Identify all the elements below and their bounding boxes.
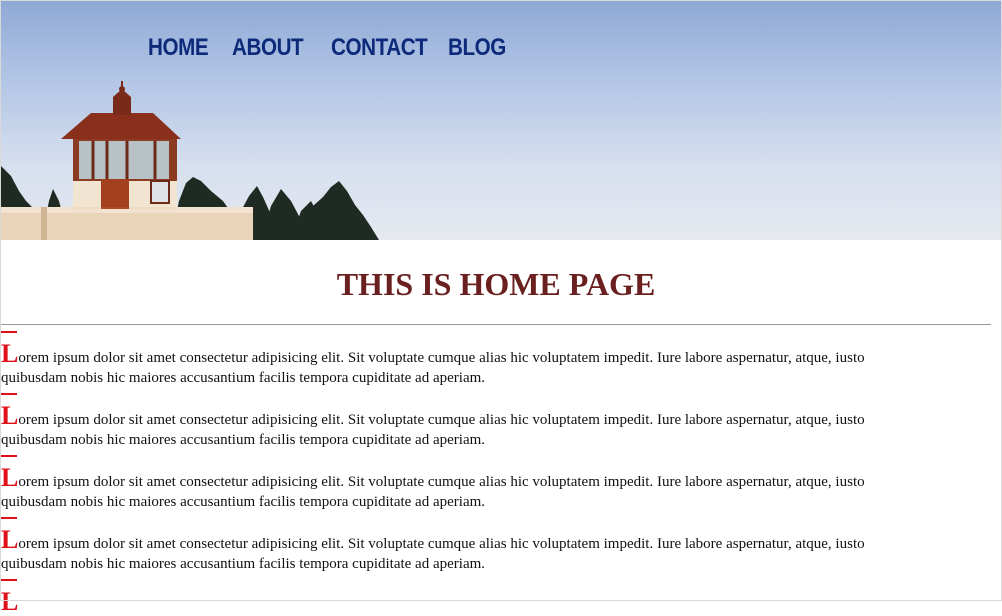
drop-cap: L	[1, 331, 19, 368]
drop-cap: L	[1, 455, 19, 492]
paragraph: Lorem ipsum dolor sit amet consectetur a…	[1, 517, 931, 574]
paragraph-text: orem ipsum dolor sit amet consectetur ad…	[1, 536, 865, 572]
page-title: THIS IS HOME PAGE	[336, 266, 656, 302]
nav-about-link[interactable]: ABOUT	[232, 33, 304, 63]
paragraph: Lorem ipsum dolor sit amet consectetur a…	[1, 393, 931, 450]
header-banner: HOME ABOUT CONTACT BLOG	[1, 1, 1001, 240]
paragraph: L	[1, 579, 931, 616]
drop-cap: L	[1, 579, 19, 616]
drop-cap: L	[1, 517, 19, 554]
paragraph: Lorem ipsum dolor sit amet consectetur a…	[1, 455, 931, 512]
nav-contact-link[interactable]: CONTACT	[331, 33, 428, 63]
paragraph-text: orem ipsum dolor sit amet consectetur ad…	[1, 474, 865, 510]
paragraph-text: orem ipsum dolor sit amet consectetur ad…	[1, 350, 865, 386]
nav-blog-link[interactable]: BLOG	[448, 33, 506, 63]
main-nav: HOME ABOUT CONTACT BLOG	[148, 33, 515, 63]
nav-home-link[interactable]: HOME	[148, 33, 209, 63]
paragraph: Lorem ipsum dolor sit amet consectetur a…	[1, 331, 931, 388]
paragraph-text: orem ipsum dolor sit amet consectetur ad…	[1, 412, 865, 448]
divider	[1, 324, 991, 325]
drop-cap: L	[1, 393, 19, 430]
